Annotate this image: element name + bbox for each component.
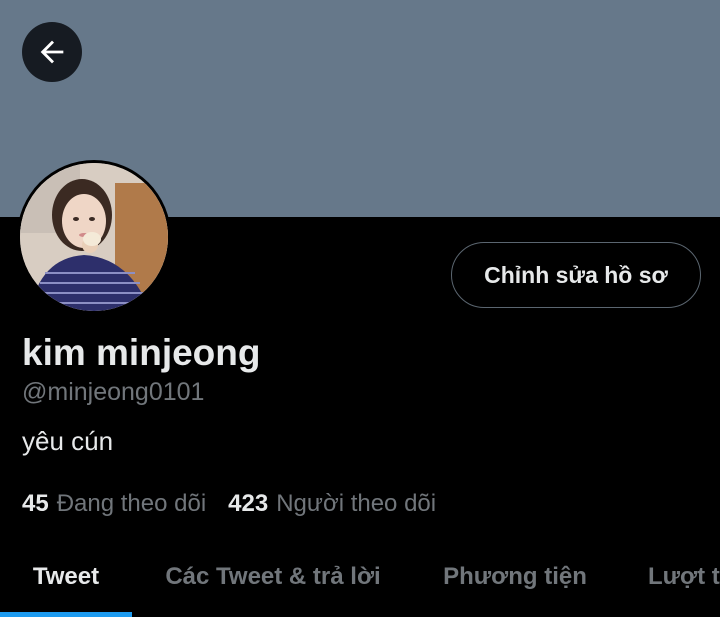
profile-name: kim minjeong	[22, 332, 261, 373]
avatar[interactable]	[17, 160, 171, 314]
tab-tweets-and-replies[interactable]: Các Tweet & trả lời	[132, 536, 414, 617]
active-tab-indicator	[0, 612, 132, 617]
profile-handle: @minjeong0101	[22, 378, 205, 406]
tab-media[interactable]: Phương tiện	[414, 536, 616, 617]
tab-tweets[interactable]: Tweet	[0, 536, 132, 617]
profile-tabs: Tweet Các Tweet & trả lời Phương tiện Lư…	[0, 536, 720, 617]
followers-count: 423	[228, 490, 269, 517]
avatar-image	[20, 163, 168, 311]
following-count: 45	[22, 490, 49, 517]
edit-profile-button[interactable]: Chỉnh sửa hồ sơ	[451, 242, 701, 308]
profile-bio: yêu cún	[22, 426, 114, 456]
followers-link[interactable]: 423 Người theo dõi	[228, 490, 436, 518]
followers-label: Người theo dõi	[276, 490, 437, 517]
following-label: Đang theo dõi	[56, 490, 207, 517]
profile-stats: 45 Đang theo dõi 423 Người theo dõi	[22, 490, 436, 518]
arrow-left-icon	[40, 40, 64, 64]
following-link[interactable]: 45 Đang theo dõi	[22, 490, 206, 518]
back-button[interactable]	[22, 22, 82, 82]
tab-likes[interactable]: Lượt thích	[616, 536, 720, 617]
